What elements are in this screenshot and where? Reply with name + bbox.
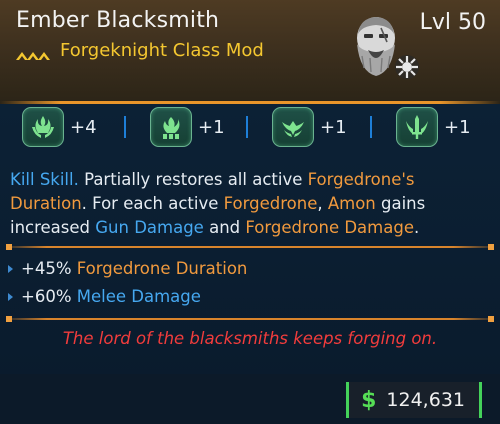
stat-name: Melee Damage	[76, 287, 201, 306]
flavor-text: The lord of the blacksmiths keeps forgin…	[62, 329, 438, 348]
skill-bonus-value: +1	[198, 116, 225, 138]
skill-bonus-value: +1	[444, 116, 471, 138]
description-text: ,	[317, 194, 328, 213]
skill-bonus-2: +1	[150, 104, 225, 150]
stat-amount: +60%	[21, 287, 72, 306]
class-mod-label: Forgeknight Class Mod	[60, 40, 264, 61]
price-value: 124,631	[386, 389, 465, 411]
item-name: Ember Blacksmith	[16, 8, 220, 33]
item-description: Kill Skill. Partially restores all activ…	[10, 168, 492, 240]
skill-bonus-1: +4	[22, 104, 97, 150]
flame-hands-icon	[22, 107, 64, 147]
price-tag: $ 124,631	[346, 382, 482, 418]
item-footer: $ 124,631	[0, 374, 500, 424]
description-text: Partially restores all active	[78, 170, 308, 189]
stat-bonus-1: +45% Forgedrone Duration	[8, 259, 247, 278]
stat-name: Forgedrone Duration	[76, 259, 248, 278]
description-text: .	[413, 218, 420, 237]
bullet-icon	[8, 292, 13, 301]
keyword-gun-damage: Gun Damage	[95, 218, 204, 237]
description-text: and	[203, 218, 246, 237]
sword-crest-icon	[396, 107, 438, 147]
skill-separator	[124, 116, 126, 138]
stat-bonus-2: +60% Melee Damage	[8, 287, 201, 306]
item-level: Lvl 50	[419, 10, 486, 35]
keyword-forgedrone-damage: Forgedrone Damage	[245, 218, 414, 237]
section-divider	[6, 244, 494, 250]
currency-dollar-icon: $	[361, 387, 377, 413]
skill-separator	[370, 116, 372, 138]
skill-separator	[246, 116, 248, 138]
section-divider	[6, 316, 494, 322]
skill-bonus-row: +4 +1 +1 +1	[0, 104, 500, 154]
bullet-icon	[8, 264, 13, 273]
wing-crest-icon	[272, 107, 314, 147]
rarity-chevrons-icon	[16, 45, 52, 60]
item-header: Ember Blacksmith Forgeknight Class Mod L…	[0, 0, 500, 104]
rising-flame-icon	[150, 107, 192, 147]
description-text: . For each active	[81, 194, 224, 213]
keyword-amon: Amon	[327, 194, 376, 213]
kill-skill-label: Kill Skill.	[10, 170, 79, 189]
skill-bonus-value: +4	[70, 116, 97, 138]
skill-bonus-4: +1	[396, 104, 471, 150]
stat-amount: +45%	[21, 259, 72, 278]
item-class-mod: Forgeknight Class Mod	[16, 40, 264, 61]
forgeknight-class-icon	[394, 54, 420, 80]
skill-bonus-3: +1	[272, 104, 347, 150]
keyword-forgedrone: Forgedrone	[223, 194, 318, 213]
skill-bonus-value: +1	[320, 116, 347, 138]
item-card: Ember Blacksmith Forgeknight Class Mod L…	[0, 0, 500, 424]
